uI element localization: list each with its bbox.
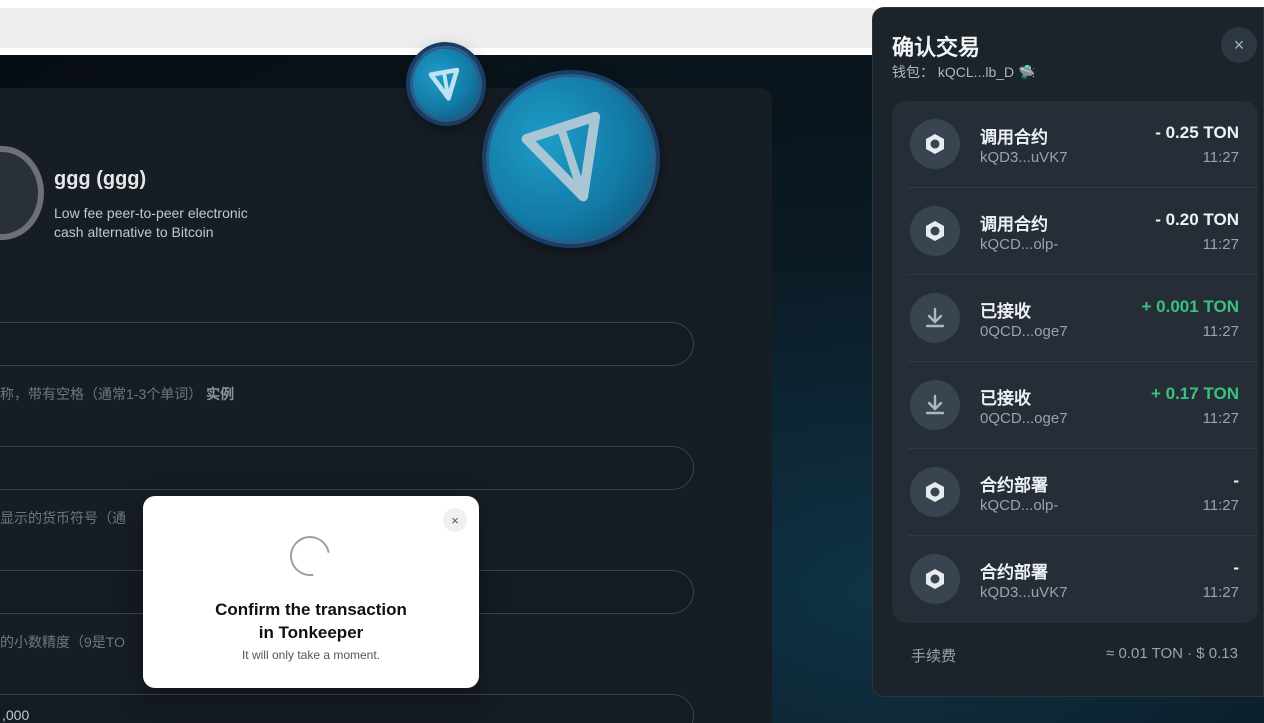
wallet-emoji-icon: 🛸	[1018, 64, 1036, 80]
confirm-transaction-popup: × Confirm the transaction in Tonkeeper I…	[143, 496, 479, 688]
transaction-amount: -	[1233, 558, 1239, 577]
popup-subtitle: It will only take a moment.	[241, 648, 381, 662]
token-decimals-hint: 的小数精度（9是TO	[0, 634, 125, 650]
transaction-time: 11:27	[1202, 323, 1239, 340]
transaction-time: 11:27	[1202, 410, 1239, 427]
transaction-row: 合约部署 kQD3...uVK7 - 11:27	[892, 536, 1258, 623]
screen: ggg (ggg) Low fee peer-to-peer electroni…	[0, 0, 1264, 723]
hint-text: 称，带有空格（通常1-3个单词）	[0, 386, 203, 402]
transaction-address: kQD3...uVK7	[980, 149, 1068, 166]
transaction-label: 调用合约	[980, 128, 1048, 147]
token-description: Low fee peer-to-peer electronic cash alt…	[54, 204, 314, 242]
token-symbol-hint: 显示的货币符号（通	[0, 510, 126, 526]
transaction-address: kQCD...olp-	[980, 497, 1059, 514]
popup-title: Confirm the transaction in Tonkeeper	[143, 598, 479, 644]
popup-title-line: Confirm the transaction	[215, 600, 407, 619]
popup-title-line: in Tonkeeper	[258, 623, 364, 642]
transaction-row: 已接收 0QCD...oge7 + 0.17 TON 11:27	[892, 362, 1258, 449]
example-link[interactable]: 实例	[206, 386, 234, 402]
contract-icon	[910, 119, 960, 169]
transaction-address: 0QCD...oge7	[980, 323, 1068, 340]
wallet-info: 钱包： kQCL...lb_D 🛸	[892, 62, 1035, 82]
token-name: ggg (ggg)	[54, 168, 147, 190]
fee-value: ≈ 0.01 TON · $ 0.13	[1106, 645, 1238, 662]
transaction-amount: - 0.25 TON	[1155, 123, 1239, 142]
token-description-line: cash alternative to Bitcoin	[54, 224, 214, 240]
token-supply-value: ,000	[2, 707, 30, 723]
popup-close-button[interactable]: ×	[443, 508, 467, 532]
token-description-line: Low fee peer-to-peer electronic	[54, 205, 248, 221]
wallet-label: 钱包：	[892, 64, 934, 80]
transaction-label: 合约部署	[980, 476, 1048, 495]
contract-icon	[910, 467, 960, 517]
transaction-label: 已接收	[980, 302, 1031, 321]
transaction-list: 调用合约 kQD3...uVK7 - 0.25 TON 11:27 调用合约 kQCD..…	[892, 101, 1258, 623]
wallet-address: kQCL...lb_D	[937, 64, 1015, 80]
transaction-amount: - 0.20 TON	[1155, 210, 1239, 229]
contract-icon	[910, 554, 960, 604]
transaction-label: 调用合约	[980, 215, 1048, 234]
transaction-address: kQD3...uVK7	[980, 584, 1068, 601]
contract-icon	[910, 206, 960, 256]
transaction-address: 0QCD...oge7	[980, 410, 1068, 427]
receive-icon	[910, 293, 960, 343]
transaction-row: 已接收 0QCD...oge7 + 0.001 TON 11:27	[892, 275, 1258, 362]
transaction-label: 合约部署	[980, 563, 1048, 582]
transaction-address: kQCD...olp-	[980, 236, 1059, 253]
confirm-transaction-panel: 确认交易 钱包： kQCL...lb_D 🛸 × 调用合约 kQD3...uVK7…	[872, 7, 1264, 697]
token-name-input[interactable]	[0, 322, 694, 366]
transaction-amount: + 0.17 TON	[1150, 384, 1239, 403]
loading-spinner-icon	[282, 528, 338, 584]
receive-icon	[910, 380, 960, 430]
token-name-hint: 称，带有空格（通常1-3个单词） 实例	[0, 384, 234, 404]
transaction-time: 11:27	[1202, 584, 1239, 601]
token-symbol-input[interactable]	[0, 446, 694, 490]
transaction-amount: -	[1233, 471, 1239, 490]
transaction-label: 已接收	[980, 389, 1031, 408]
panel-close-button[interactable]: ×	[1221, 27, 1257, 63]
transaction-row: 调用合约 kQD3...uVK7 - 0.25 TON 11:27	[892, 101, 1258, 188]
transaction-amount: + 0.001 TON	[1141, 297, 1240, 316]
browser-top-strip	[0, 8, 880, 48]
transaction-row: 调用合约 kQCD...olp- - 0.20 TON 11:27	[892, 188, 1258, 275]
transaction-time: 11:27	[1202, 149, 1239, 166]
transaction-row: 合约部署 kQCD...olp- - 11:27	[892, 449, 1258, 536]
transaction-time: 11:27	[1202, 497, 1239, 514]
fee-label: 手续费	[911, 648, 957, 665]
transaction-time: 11:27	[1202, 236, 1239, 253]
token-supply-input[interactable]	[0, 694, 694, 723]
panel-title: 确认交易	[892, 35, 981, 60]
